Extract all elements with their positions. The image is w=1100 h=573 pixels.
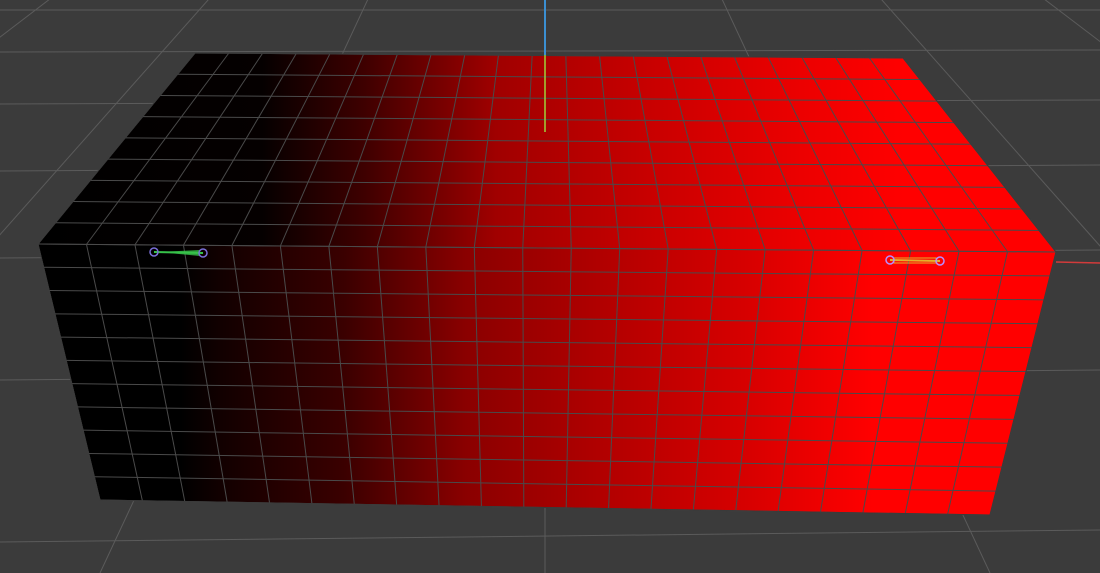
viewport-canvas[interactable] — [0, 0, 1100, 573]
box-top-face — [38, 53, 1056, 252]
grid-line — [0, 49, 1100, 53]
3d-viewport[interactable] — [0, 0, 1100, 573]
box-front-face — [38, 244, 1056, 515]
grid-line — [0, 529, 1100, 543]
box-mesh[interactable] — [37, 52, 1057, 516]
x-axis-line — [1055, 261, 1100, 264]
